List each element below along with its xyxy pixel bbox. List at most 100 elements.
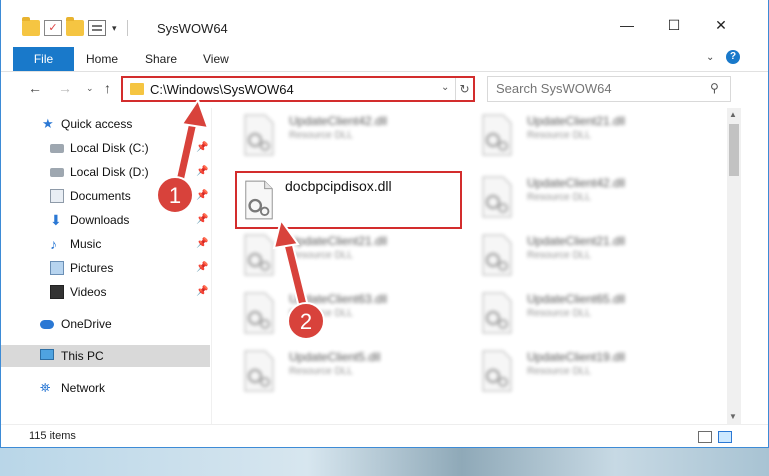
sidebar-item-this-pc[interactable]: This PC [0, 345, 210, 367]
pin-icon[interactable]: 📌 [196, 262, 208, 273]
sidebar-item-videos[interactable]: Videos 📌 [0, 281, 210, 303]
list-item[interactable]: UpdateClient21.dll Resource DLL [471, 228, 701, 284]
details-view-icon[interactable] [698, 431, 712, 443]
drive-icon [50, 168, 64, 177]
file-name: UpdateClient21.dll [527, 114, 626, 128]
list-item[interactable]: UpdateClient21.dll Resource DLL [233, 228, 463, 284]
computer-icon [40, 349, 54, 360]
recent-locations-chevron-icon[interactable]: ⌄ [86, 83, 94, 94]
sidebar-item-label: Videos [70, 285, 107, 299]
pin-icon[interactable]: 📌 [196, 166, 208, 177]
maximize-button[interactable]: ☐ [651, 14, 697, 36]
window-title: SysWOW64 [157, 21, 228, 36]
file-name: UpdateClient21.dll [289, 234, 388, 248]
tab-home[interactable]: Home [86, 47, 118, 71]
tab-share[interactable]: Share [145, 47, 177, 71]
tab-file[interactable]: File [13, 47, 74, 71]
customize-toolbar-chevron-icon[interactable]: ▾ [112, 23, 117, 34]
search-input[interactable] [496, 81, 706, 96]
file-name: UpdateClient42.dll [527, 176, 626, 190]
dll-file-icon [244, 114, 274, 156]
properties-icon[interactable] [88, 20, 106, 36]
back-button[interactable]: ← [28, 80, 42, 96]
sidebar-item-local-disk-c[interactable]: Local Disk (C:) 📌 [0, 137, 210, 159]
network-icon: ⛯ [40, 380, 51, 395]
sidebar-item-label: Local Disk (D:) [70, 165, 149, 179]
scroll-down-arrow-icon[interactable]: ▼ [729, 412, 737, 421]
pin-icon[interactable]: 📌 [196, 190, 208, 201]
search-icon[interactable]: ⚲ [710, 81, 719, 95]
file-type: Resource DLL [527, 250, 591, 261]
list-item[interactable]: UpdateClient63.dll Resource DLL [233, 286, 463, 342]
file-name: UpdateClient42.dll [289, 114, 388, 128]
sidebar-item-local-disk-d[interactable]: Local Disk (D:) 📌 [0, 161, 210, 183]
tab-view[interactable]: View [203, 47, 229, 71]
new-folder-icon[interactable] [66, 17, 84, 36]
vertical-scrollbar[interactable]: ▲ ▼ [727, 108, 741, 424]
dll-file-icon [244, 234, 274, 276]
minimize-button[interactable]: — [604, 14, 650, 36]
file-type: Resource DLL [527, 192, 591, 203]
address-path[interactable]: C:\Windows\SysWOW64 [150, 82, 294, 97]
ribbon-tabs: File Home Share View ⌄ ? [0, 44, 769, 72]
properties-check-icon[interactable]: ✓ [44, 20, 62, 36]
scrollbar-thumb[interactable] [729, 124, 739, 176]
file-type: Resource DLL [289, 366, 353, 377]
file-list: UpdateClient42.dll Resource DLL UpdateCl… [213, 108, 727, 424]
sidebar-item-label: Pictures [70, 261, 114, 275]
forward-button[interactable]: → [58, 80, 72, 96]
sidebar-item-network[interactable]: ⛯ Network [0, 377, 210, 399]
refresh-button[interactable]: ↻ [455, 78, 473, 100]
folder-icon[interactable] [22, 17, 40, 36]
status-bar: 115 items [0, 424, 769, 448]
file-type: Resource DLL [289, 250, 353, 261]
file-type: Resource DLL [527, 308, 591, 319]
dll-file-icon [482, 292, 512, 334]
large-icons-view-icon[interactable] [718, 431, 732, 443]
sidebar-item-documents[interactable]: Documents 📌 [0, 185, 210, 207]
address-dropdown-chevron-icon[interactable]: ⌄ [441, 82, 449, 93]
sidebar-item-label: Network [61, 381, 106, 395]
sidebar-item-quick-access[interactable]: ★ Quick access [0, 113, 210, 135]
file-type: Resource DLL [289, 130, 353, 141]
pin-icon[interactable]: 📌 [196, 142, 208, 153]
drive-icon [50, 144, 64, 153]
pin-icon[interactable]: 📌 [196, 214, 208, 225]
sidebar-item-music[interactable]: ♪ Music 📌 [0, 233, 210, 255]
close-button[interactable]: ✕ [698, 14, 744, 36]
folder-icon [130, 83, 144, 95]
pin-icon[interactable]: 📌 [196, 238, 208, 249]
dll-file-icon [482, 350, 512, 392]
list-item[interactable]: UpdateClient42.dll Resource DLL [233, 108, 463, 164]
desktop-background [0, 448, 769, 476]
scroll-up-arrow-icon[interactable]: ▲ [729, 110, 737, 119]
list-item[interactable]: UpdateClient21.dll Resource DLL [471, 108, 701, 164]
list-item[interactable]: UpdateClient42.dll Resource DLL [471, 170, 701, 226]
dll-file-icon [245, 180, 273, 220]
navigation-bar: ← → ⌄ ↑ C:\Windows\SysWOW64 ⌄ ↻ ⚲ [0, 72, 769, 108]
file-type: Resource DLL [527, 366, 591, 377]
pin-icon[interactable]: 📌 [196, 286, 208, 297]
music-icon: ♪ [50, 236, 57, 252]
dll-file-icon [482, 176, 512, 218]
highlighted-file-item[interactable]: docbpcipdisox.dll [235, 171, 462, 229]
help-icon[interactable]: ? [726, 50, 740, 64]
file-name: UpdateClient19.dll [527, 350, 626, 364]
pictures-icon [50, 261, 64, 275]
file-name: UpdateClient21.dll [527, 234, 626, 248]
sidebar-item-label: Downloads [70, 213, 130, 227]
sidebar-item-pictures[interactable]: Pictures 📌 [0, 257, 210, 279]
dll-file-icon [482, 114, 512, 156]
expand-ribbon-chevron-icon[interactable]: ⌄ [706, 52, 714, 63]
list-item[interactable]: UpdateClient5.dll Resource DLL [233, 344, 463, 400]
list-item[interactable]: UpdateClient19.dll Resource DLL [471, 344, 701, 400]
sidebar-item-downloads[interactable]: ⬇ Downloads 📌 [0, 209, 210, 231]
file-name: UpdateClient5.dll [289, 350, 381, 364]
search-box[interactable]: ⚲ [487, 76, 731, 102]
list-item[interactable]: UpdateClient65.dll Resource DLL [471, 286, 701, 342]
file-name: UpdateClient63.dll [289, 292, 388, 306]
up-button[interactable]: ↑ [104, 80, 111, 96]
sidebar-item-onedrive[interactable]: OneDrive [0, 313, 210, 335]
star-icon: ★ [42, 116, 54, 131]
address-bar[interactable]: C:\Windows\SysWOW64 ⌄ ↻ [121, 76, 475, 102]
